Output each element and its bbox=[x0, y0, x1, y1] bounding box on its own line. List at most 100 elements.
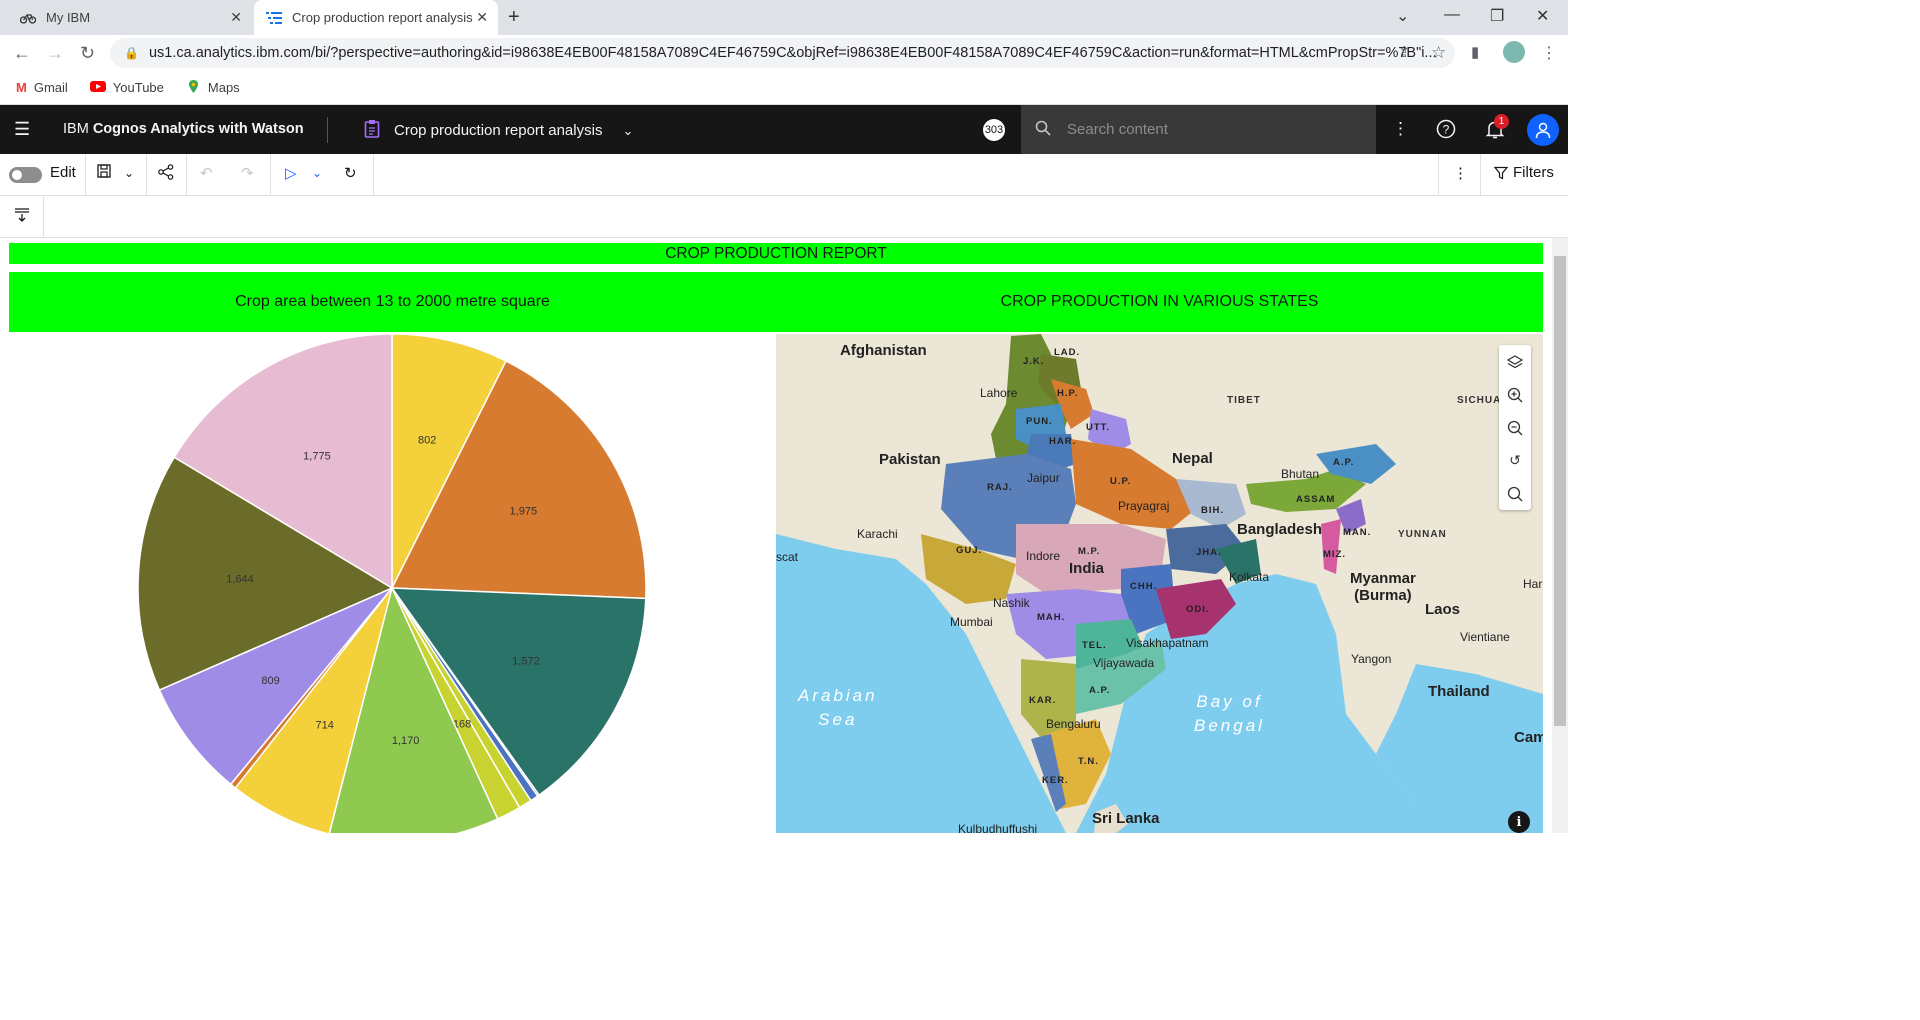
save-options-chevron-icon[interactable]: ⌄ bbox=[124, 166, 134, 180]
zoom-out-icon[interactable] bbox=[1499, 411, 1531, 444]
edit-toggle[interactable] bbox=[9, 167, 42, 183]
map-state-label: ASSAM bbox=[1296, 494, 1336, 505]
view-count-badge[interactable]: 303 bbox=[983, 119, 1005, 141]
map-country-label: India bbox=[1069, 560, 1105, 577]
toolbar-divider bbox=[186, 154, 187, 196]
bookmark-star-icon[interactable]: ☆ bbox=[1431, 43, 1446, 63]
share-icon[interactable] bbox=[158, 164, 174, 184]
undo-icon[interactable]: ↶ bbox=[200, 164, 213, 182]
info-icon[interactable]: i bbox=[1508, 811, 1530, 833]
back-icon[interactable]: ← bbox=[13, 43, 31, 64]
reload-icon[interactable]: ↻ bbox=[80, 43, 95, 64]
url-field[interactable]: 🔒 us1.ca.analytics.ibm.com/bi/?perspecti… bbox=[110, 38, 1455, 68]
tab-label: Crop production report analysis bbox=[292, 10, 473, 25]
map-state-label: MAN. bbox=[1343, 527, 1372, 538]
edit-label: Edit bbox=[50, 164, 76, 181]
pie-slice-label: 809 bbox=[261, 675, 279, 687]
hamburger-menu-icon[interactable]: ☰ bbox=[14, 119, 30, 140]
more-options-icon[interactable]: ⋮ bbox=[1453, 164, 1468, 182]
search-placeholder: Search content bbox=[1067, 121, 1168, 138]
save-icon[interactable] bbox=[97, 164, 111, 182]
map-city-label: Prayagraj bbox=[1118, 499, 1170, 513]
lock-icon: 🔒 bbox=[124, 46, 139, 60]
forward-icon[interactable]: → bbox=[46, 43, 64, 64]
notification-badge: 1 bbox=[1494, 114, 1509, 129]
india-map[interactable]: Afghanistan Pakistan Nepal Bhutan Bangladesh… bbox=[776, 334, 1543, 833]
map-city-label: scat bbox=[776, 550, 799, 564]
map-city-label: Visakhapatnam bbox=[1126, 636, 1209, 650]
map-state-label: LAD. bbox=[1054, 347, 1081, 358]
side-panel-icon[interactable]: ▮ bbox=[1471, 43, 1479, 61]
map-state-label: A.P. bbox=[1089, 685, 1111, 696]
product-name: IBM Cognos Analytics with Watson bbox=[63, 121, 304, 137]
map-sea-label: Arabian Sea bbox=[798, 686, 878, 729]
map-state-label: GUJ. bbox=[956, 545, 983, 556]
clipboard-icon bbox=[364, 119, 380, 142]
help-icon[interactable]: ? bbox=[1436, 119, 1456, 144]
tab-my-ibm[interactable]: My IBM ✕ bbox=[8, 0, 252, 35]
pie-slice-label: 802 bbox=[418, 435, 436, 447]
map-state-label: CHH. bbox=[1130, 581, 1158, 592]
page-insert-icon[interactable] bbox=[14, 207, 30, 227]
run-icon[interactable]: ▷ bbox=[285, 164, 297, 182]
close-window-icon[interactable]: ✕ bbox=[1536, 6, 1549, 26]
minimize-icon[interactable]: — bbox=[1444, 6, 1460, 24]
map-city-label: Vientiane bbox=[1460, 630, 1510, 644]
map-city-label: Bengaluru bbox=[1046, 717, 1101, 731]
zoom-in-icon[interactable] bbox=[1499, 378, 1531, 411]
new-tab-button[interactable]: + bbox=[508, 6, 520, 29]
tab-crop-report[interactable]: Crop production report analysis ✕ bbox=[254, 0, 498, 35]
map-state-label: M.P. bbox=[1078, 546, 1101, 557]
pie-slice-label: 1,572 bbox=[512, 656, 540, 668]
layers-icon[interactable] bbox=[1499, 345, 1531, 378]
map-state-label: UTT. bbox=[1086, 422, 1111, 433]
close-icon[interactable]: ✕ bbox=[230, 9, 242, 26]
scrollbar-thumb[interactable] bbox=[1554, 256, 1566, 726]
map-country-label: Myanmar (Burma) bbox=[1350, 570, 1416, 604]
report-title: Crop production report analysis bbox=[394, 122, 603, 139]
filters-button[interactable]: Filters bbox=[1494, 164, 1554, 181]
map-country-label: Laos bbox=[1425, 601, 1461, 618]
bookmark-gmail[interactable]: M Gmail bbox=[16, 80, 68, 95]
browser-tab-bar: My IBM ✕ Crop production report analysis… bbox=[0, 0, 1568, 35]
report-canvas: CROP PRODUCTION REPORT Crop area between… bbox=[0, 238, 1552, 833]
map-city-label: Vijayawada bbox=[1093, 656, 1155, 670]
close-icon[interactable]: ✕ bbox=[476, 9, 488, 26]
map-country-label: SICHUA bbox=[1457, 395, 1502, 406]
pie-slice-label: 1,170 bbox=[392, 735, 420, 747]
map-state-label: BIH. bbox=[1201, 505, 1224, 516]
search-content[interactable]: Search content bbox=[1021, 105, 1376, 154]
restore-icon[interactable]: ❐ bbox=[1490, 6, 1504, 26]
toolbar-divider bbox=[270, 154, 271, 196]
share-icon[interactable]: ⇪ bbox=[1398, 43, 1411, 61]
map-country-label: Bangladesh bbox=[1237, 521, 1323, 538]
report-title-dropdown[interactable]: Crop production report analysis ⌄ bbox=[364, 119, 633, 142]
tab-label: My IBM bbox=[46, 10, 91, 25]
reset-icon[interactable]: ↺ bbox=[1499, 444, 1531, 477]
pie-slice-label: 1,775 bbox=[303, 450, 331, 462]
pie-slice-label: 1,644 bbox=[226, 573, 254, 585]
refresh-icon[interactable]: ↻ bbox=[344, 164, 357, 182]
tab-search-icon[interactable]: ⌄ bbox=[1396, 6, 1409, 26]
vertical-scrollbar[interactable] bbox=[1552, 238, 1568, 833]
browser-menu-icon[interactable]: ⋮ bbox=[1541, 43, 1557, 63]
redo-icon[interactable]: ↷ bbox=[241, 164, 254, 182]
map-state-label: MIZ. bbox=[1323, 549, 1346, 560]
toolbar-divider bbox=[373, 154, 374, 196]
map-heading: CROP PRODUCTION IN VARIOUS STATES bbox=[1000, 293, 1319, 310]
profile-avatar[interactable] bbox=[1503, 41, 1525, 63]
map-city-label: Karachi bbox=[857, 527, 898, 541]
map-city-label: Jaipur bbox=[1027, 471, 1060, 485]
user-avatar-icon[interactable] bbox=[1527, 114, 1559, 146]
map-country-label: Cambo bbox=[1514, 729, 1543, 746]
run-options-chevron-icon[interactable]: ⌄ bbox=[312, 166, 322, 180]
pie-slice-label: 1,975 bbox=[510, 506, 538, 518]
map-state-label: RAJ. bbox=[987, 482, 1013, 493]
bookmark-youtube[interactable]: YouTube bbox=[89, 80, 164, 95]
bookmark-maps[interactable]: Maps bbox=[186, 79, 240, 97]
gmail-icon: M bbox=[16, 80, 27, 95]
search-icon[interactable] bbox=[1499, 477, 1531, 510]
map-city-label: Mumbai bbox=[950, 615, 993, 629]
overflow-menu-icon[interactable]: ⋮ bbox=[1392, 119, 1409, 139]
address-bar-row: ← → ↻ 🔒 us1.ca.analytics.ibm.com/bi/?per… bbox=[0, 35, 1568, 71]
